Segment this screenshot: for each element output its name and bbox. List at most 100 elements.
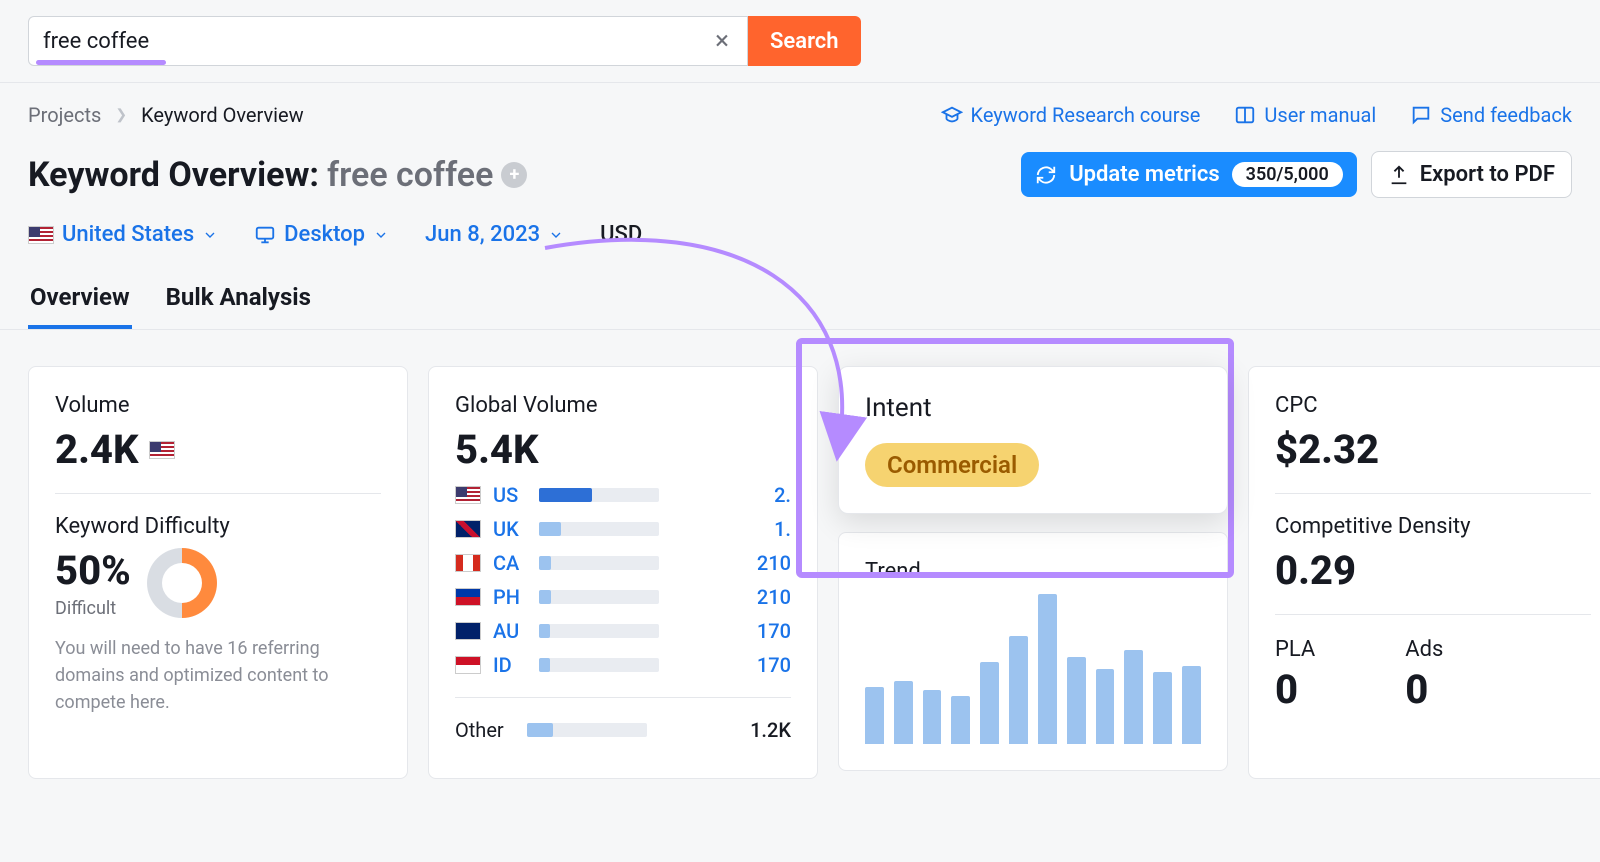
- trend-bar: [1038, 594, 1057, 744]
- flag-au-icon: [455, 622, 481, 640]
- kd-label: Keyword Difficulty: [55, 514, 381, 539]
- flag-ph-icon: [455, 588, 481, 606]
- cpc-label: CPC: [1275, 393, 1591, 418]
- card-volume: Volume 2.4K Keyword Difficulty 50% Diffi…: [28, 366, 408, 779]
- global-volume-value: 5.4K: [455, 426, 791, 473]
- trend-bar: [894, 681, 913, 744]
- gv-other-label: Other: [455, 718, 515, 742]
- gv-value[interactable]: 1.: [774, 517, 791, 541]
- trend-bar: [1096, 669, 1115, 744]
- link-manual[interactable]: User manual: [1234, 103, 1376, 127]
- gv-bar: [539, 590, 659, 604]
- trend-bar: [1182, 666, 1201, 744]
- flag-us-icon: [455, 486, 481, 504]
- gv-row: PH 210: [455, 585, 791, 609]
- gv-country[interactable]: AU: [493, 619, 527, 643]
- card-intent: Intent Commercial: [838, 366, 1228, 514]
- trend-bar: [1067, 657, 1086, 744]
- global-volume-label: Global Volume: [455, 393, 791, 418]
- gv-bar: [539, 488, 659, 502]
- tab-overview[interactable]: Overview: [28, 283, 132, 329]
- chevron-down-icon: [548, 227, 564, 243]
- trend-bar: [951, 696, 970, 744]
- gv-value[interactable]: 210: [757, 585, 791, 609]
- add-keyword-icon[interactable]: +: [501, 162, 527, 188]
- search-input[interactable]: [43, 29, 711, 54]
- card-trend: Trend: [838, 532, 1228, 771]
- chevron-right-icon: ❯: [115, 107, 127, 123]
- volume-label: Volume: [55, 393, 381, 418]
- gv-bar: [539, 658, 659, 672]
- breadcrumb-current: Keyword Overview: [141, 103, 304, 127]
- card-cpc: CPC $2.32 Competitive Density 0.29 PLA 0…: [1248, 366, 1600, 779]
- filter-device[interactable]: Desktop: [254, 222, 389, 247]
- page-title-prefix: Keyword Overview:: [28, 155, 319, 195]
- gv-row: CA 210: [455, 551, 791, 575]
- gv-row: UK 1.: [455, 517, 791, 541]
- chevron-down-icon: [202, 227, 218, 243]
- gv-country[interactable]: PH: [493, 585, 527, 609]
- trend-bar: [980, 662, 999, 745]
- gv-other-value: 1.2K: [750, 718, 791, 742]
- update-metrics-button[interactable]: Update metrics 350/5,000: [1021, 152, 1357, 197]
- gv-value[interactable]: 170: [757, 619, 791, 643]
- flag-ca-icon: [455, 554, 481, 572]
- gv-country[interactable]: CA: [493, 551, 527, 575]
- gv-value[interactable]: 2.: [774, 483, 791, 507]
- kd-donut-chart: [147, 548, 217, 618]
- trend-bar: [923, 690, 942, 744]
- search-button[interactable]: Search: [748, 16, 861, 66]
- gv-other-bar: [527, 723, 647, 737]
- chevron-down-icon: [373, 227, 389, 243]
- intent-badge: Commercial: [865, 443, 1039, 487]
- gv-value[interactable]: 210: [757, 551, 791, 575]
- link-feedback[interactable]: Send feedback: [1410, 103, 1572, 127]
- kd-description: You will need to have 16 referring domai…: [55, 635, 381, 716]
- gv-country[interactable]: ID: [493, 653, 527, 677]
- refresh-icon: [1035, 164, 1057, 186]
- trend-bar: [865, 687, 884, 744]
- cpc-value: $2.32: [1275, 426, 1591, 473]
- export-pdf-button[interactable]: Export to PDF: [1371, 151, 1572, 198]
- filter-country[interactable]: United States: [28, 222, 218, 247]
- breadcrumb-root[interactable]: Projects: [28, 103, 101, 127]
- cd-label: Competitive Density: [1275, 514, 1591, 539]
- gv-row: AU 170: [455, 619, 791, 643]
- link-course[interactable]: Keyword Research course: [941, 103, 1201, 127]
- card-global-volume: Global Volume 5.4K US 2. UK 1. CA 210 PH 210 AU 1…: [428, 366, 818, 779]
- graduation-cap-icon: [941, 104, 963, 126]
- trend-bar: [1009, 636, 1028, 744]
- flag-us-icon: [28, 226, 54, 244]
- cd-value: 0.29: [1275, 547, 1591, 594]
- ads-label: Ads: [1405, 637, 1443, 662]
- quota-pill: 350/5,000: [1232, 162, 1343, 187]
- ads-value: 0: [1405, 666, 1443, 713]
- kd-note: Difficult: [55, 598, 131, 619]
- search-field-wrap: ×: [28, 16, 748, 66]
- filter-date[interactable]: Jun 8, 2023: [425, 222, 564, 247]
- gv-country[interactable]: US: [493, 483, 527, 507]
- gv-country[interactable]: UK: [493, 517, 527, 541]
- breadcrumb: Projects ❯ Keyword Overview: [28, 103, 304, 127]
- flag-us-icon: [149, 441, 175, 459]
- gv-bar: [539, 522, 659, 536]
- trend-label: Trend: [865, 559, 1201, 584]
- upload-icon: [1388, 164, 1410, 186]
- intent-label: Intent: [865, 393, 1201, 423]
- gv-value[interactable]: 170: [757, 653, 791, 677]
- book-icon: [1234, 104, 1256, 126]
- page-title-keyword: free coffee: [327, 155, 493, 195]
- currency-label: USD: [600, 222, 642, 247]
- tab-bulk-analysis[interactable]: Bulk Analysis: [164, 283, 313, 329]
- kd-value: 50%: [55, 547, 131, 594]
- gv-row: ID 170: [455, 653, 791, 677]
- desktop-icon: [254, 224, 276, 246]
- pla-value: 0: [1275, 666, 1315, 713]
- trend-bar: [1124, 650, 1143, 745]
- gv-bar: [539, 556, 659, 570]
- pla-label: PLA: [1275, 637, 1315, 662]
- trend-bar: [1153, 672, 1172, 744]
- annotation-underline: [36, 60, 166, 65]
- volume-value: 2.4K: [55, 426, 139, 473]
- clear-icon[interactable]: ×: [711, 26, 733, 56]
